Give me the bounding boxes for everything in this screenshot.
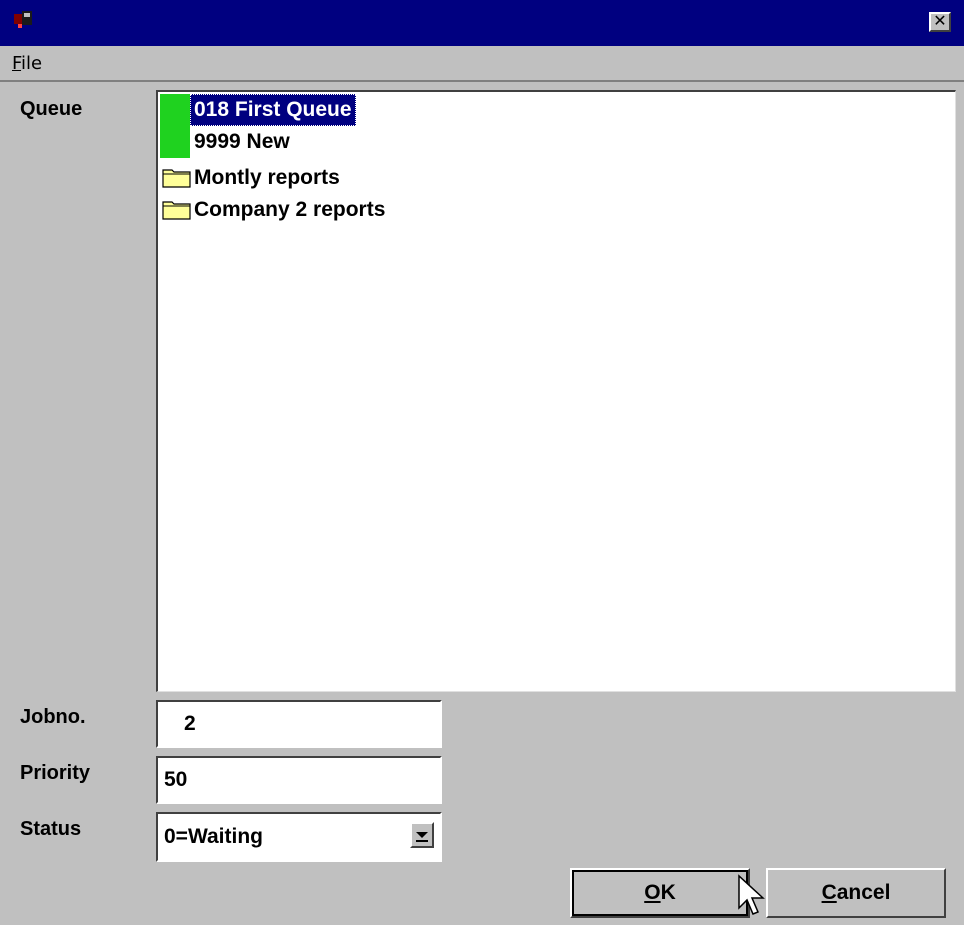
dropdown-button[interactable] (410, 822, 434, 848)
ok-button[interactable]: OK (570, 868, 750, 918)
close-button[interactable]: ✕ (929, 12, 951, 32)
folder-icon (162, 169, 191, 188)
queue-color-marker (160, 94, 190, 158)
list-item-label: 9999 New (194, 130, 290, 153)
list-item[interactable]: Montly reports (162, 162, 340, 194)
app-icon[interactable] (12, 8, 34, 30)
status-label: Status (20, 818, 82, 840)
queue-label: Queue (20, 98, 83, 120)
queue-listbox[interactable]: 018 First Queue 9999 New Montly reports … (156, 90, 956, 692)
mouse-pointer-icon (738, 874, 765, 915)
menu-file[interactable]: File (12, 53, 42, 74)
cancel-button[interactable]: Cancel (766, 868, 946, 918)
menu-bar: File (0, 46, 964, 82)
list-item-label: Company 2 reports (194, 198, 386, 221)
list-item[interactable]: 018 First Queue (190, 94, 356, 126)
close-icon: ✕ (933, 13, 947, 30)
list-item-label: Montly reports (194, 166, 340, 189)
jobno-label: Jobno. (20, 706, 86, 728)
list-item-label: 018 First Queue (190, 94, 356, 126)
title-bar[interactable]: ✕ (0, 0, 964, 46)
jobno-field[interactable]: 2 (156, 700, 442, 748)
priority-label: Priority (20, 762, 91, 784)
folder-icon (162, 201, 191, 220)
chevron-down-icon (416, 832, 428, 842)
list-item[interactable]: Company 2 reports (162, 194, 385, 226)
status-dropdown[interactable]: 0=Waiting (156, 812, 442, 862)
priority-field[interactable]: 50 (156, 756, 442, 804)
list-item[interactable]: 9999 New (194, 126, 290, 158)
